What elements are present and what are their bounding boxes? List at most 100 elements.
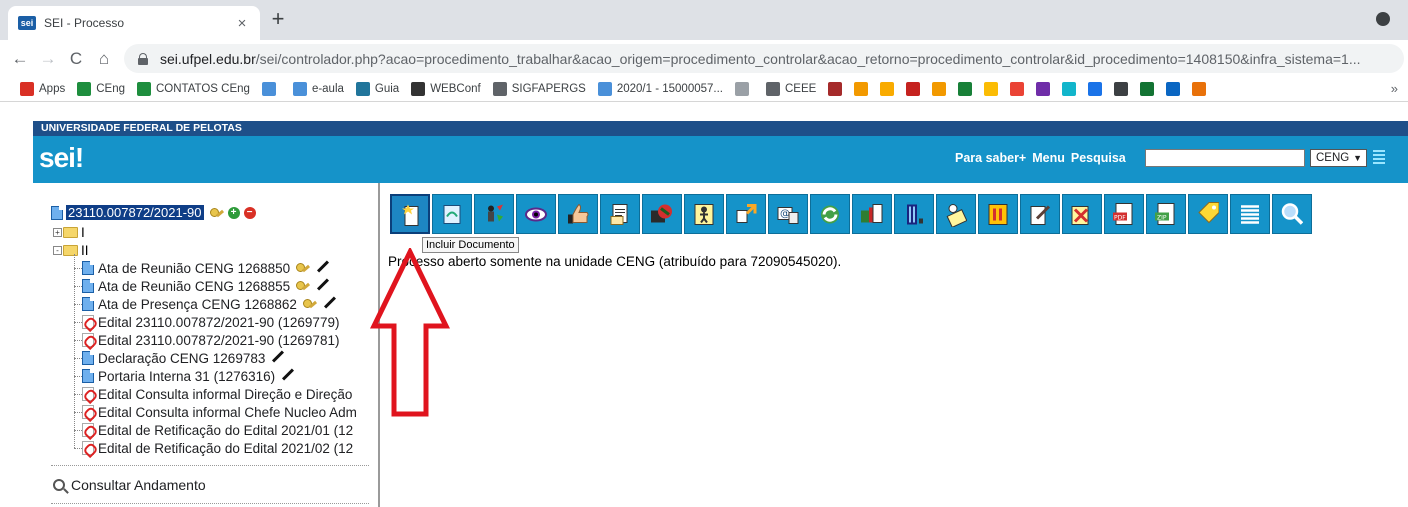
bookmark-icon[interactable] bbox=[1166, 82, 1181, 96]
relacionamentos-button[interactable] bbox=[852, 194, 892, 234]
bookmark-item[interactable]: Apps bbox=[20, 82, 65, 96]
bookmark-item[interactable]: WEBConf bbox=[411, 82, 481, 96]
bookmark-icon[interactable] bbox=[1088, 82, 1103, 96]
browser-tab[interactable]: sei SEI - Processo × bbox=[8, 6, 260, 40]
atribuir-processo-button[interactable] bbox=[474, 194, 514, 234]
bookmark-icon[interactable] bbox=[958, 82, 973, 96]
bookmark-icon[interactable] bbox=[1192, 82, 1207, 96]
more-bookmarks-icon[interactable]: » bbox=[1391, 81, 1398, 96]
tab-close-icon[interactable]: × bbox=[234, 15, 250, 32]
document-label[interactable]: Declaração CENG 1269783 bbox=[98, 351, 265, 366]
menu-link[interactable]: Menu bbox=[1032, 151, 1065, 165]
bookmark-icon[interactable] bbox=[906, 82, 921, 96]
folder-row[interactable]: + I bbox=[53, 223, 357, 241]
folder-row[interactable]: - II bbox=[53, 241, 357, 259]
sei-logo[interactable]: sei! bbox=[39, 142, 84, 174]
document-row[interactable]: Portaria Interna 31 (1276316) bbox=[68, 367, 357, 385]
add-circle-icon[interactable]: + bbox=[227, 206, 240, 219]
bookmark-item[interactable]: SIGFAPERGS bbox=[492, 82, 586, 96]
bookmark-item[interactable]: CEng bbox=[77, 82, 125, 96]
document-row[interactable]: Edital 23110.007872/2021-90 (1269781) bbox=[68, 331, 357, 349]
bookmark-icon[interactable] bbox=[984, 82, 999, 96]
folder-label[interactable]: II bbox=[81, 243, 89, 258]
document-label[interactable]: Ata de Reunião CENG 1268850 bbox=[98, 261, 290, 276]
layout-toggle-icon[interactable] bbox=[1373, 150, 1385, 166]
document-label[interactable]: Edital 23110.007872/2021-90 (1269779) bbox=[98, 315, 339, 330]
document-label[interactable]: Edital de Retificação do Edital 2021/01 … bbox=[98, 423, 353, 438]
back-button[interactable]: ← bbox=[6, 49, 34, 69]
document-label[interactable]: Ata de Presença CENG 1268862 bbox=[98, 297, 297, 312]
bookmark-icon[interactable] bbox=[1062, 82, 1077, 96]
lista-documentos-button[interactable] bbox=[1230, 194, 1270, 234]
lock-icon[interactable] bbox=[138, 52, 148, 65]
gerar-pdf-button[interactable]: PDF bbox=[1104, 194, 1144, 234]
expand-icon[interactable]: + bbox=[53, 227, 62, 237]
gerenciar-marcador-button[interactable] bbox=[642, 194, 682, 234]
search-input[interactable] bbox=[1145, 149, 1305, 167]
process-root[interactable]: 23110.007872/2021-90 + − bbox=[51, 205, 256, 220]
tab-search-icon[interactable] bbox=[1376, 12, 1390, 26]
sobrestar-processo-button[interactable] bbox=[978, 194, 1018, 234]
document-label[interactable]: Edital de Retificação do Edital 2021/02 … bbox=[98, 441, 353, 456]
enviar-processo-button[interactable] bbox=[726, 194, 766, 234]
consultar-andamento-label[interactable]: Consultar Andamento bbox=[71, 477, 206, 493]
bookmark-item[interactable]: e-aula bbox=[292, 82, 344, 96]
gerar-bloco-button[interactable] bbox=[894, 194, 934, 234]
document-label[interactable]: Portaria Interna 31 (1276316) bbox=[98, 369, 275, 384]
document-row[interactable]: Ata de Reunião CENG 1268855 bbox=[68, 277, 357, 295]
collapse-icon[interactable]: - bbox=[53, 245, 62, 255]
document-row[interactable]: Edital Consulta informal Chefe Nucleo Ad… bbox=[68, 403, 357, 421]
document-label[interactable]: Edital 23110.007872/2021-90 (1269781) bbox=[98, 333, 339, 348]
bookmark-icon[interactable] bbox=[828, 82, 843, 96]
consultar-andamento-link[interactable]: Consultar Andamento bbox=[53, 477, 206, 493]
gerar-zip-button[interactable]: ZIP bbox=[1146, 194, 1186, 234]
new-tab-button[interactable]: + bbox=[266, 7, 290, 31]
unit-select[interactable]: CENG bbox=[1310, 149, 1367, 167]
document-row[interactable]: Edital de Retificação do Edital 2021/02 … bbox=[68, 439, 357, 457]
acompanhamento-especial-button[interactable] bbox=[516, 194, 556, 234]
remove-circle-icon[interactable]: − bbox=[243, 206, 256, 219]
bookmark-icon[interactable] bbox=[854, 82, 869, 96]
bookmark-icon[interactable] bbox=[932, 82, 947, 96]
atualizar-andamento-button[interactable] bbox=[810, 194, 850, 234]
document-row[interactable]: Edital de Retificação do Edital 2021/01 … bbox=[68, 421, 357, 439]
address-bar[interactable]: sei.ufpel.edu.br/sei/controlador.php?aca… bbox=[124, 44, 1404, 73]
enviar-email-button[interactable]: @ bbox=[768, 194, 808, 234]
document-row[interactable]: Edital 23110.007872/2021-90 (1269779) bbox=[68, 313, 357, 331]
iniciar-processo-relacionado-button[interactable] bbox=[432, 194, 472, 234]
bookmark-item[interactable]: CEEE bbox=[766, 82, 816, 96]
document-row[interactable]: Edital Consulta informal Direção e Direç… bbox=[68, 385, 357, 403]
gerenciar-disponibilizacoes-button[interactable] bbox=[684, 194, 724, 234]
forward-button[interactable]: → bbox=[34, 49, 62, 69]
bookmark-icon[interactable] bbox=[1010, 82, 1025, 96]
reload-button[interactable]: C bbox=[62, 49, 90, 69]
bookmark-item[interactable]: 2020/1 - 15000057... bbox=[597, 82, 723, 96]
folder-label[interactable]: I bbox=[81, 225, 85, 240]
bookmark-item[interactable]: Guia bbox=[355, 82, 399, 96]
home-button[interactable]: ⌂ bbox=[90, 49, 118, 69]
bookmark-icon[interactable] bbox=[880, 82, 895, 96]
document-row[interactable]: Declaração CENG 1269783 bbox=[68, 349, 357, 367]
pesquisar-no-processo-button[interactable] bbox=[1272, 194, 1312, 234]
bookmark-icon[interactable] bbox=[1140, 82, 1155, 96]
bookmark-item[interactable]: CONTATOS CEng bbox=[137, 82, 250, 96]
document-row[interactable]: Ata de Reunião CENG 1268850 bbox=[68, 259, 357, 277]
ciencia-button[interactable] bbox=[558, 194, 598, 234]
document-label[interactable]: Edital Consulta informal Chefe Nucleo Ad… bbox=[98, 405, 357, 420]
editar-processo-button[interactable] bbox=[1020, 194, 1060, 234]
document-label[interactable]: Edital Consulta informal Direção e Direç… bbox=[98, 387, 352, 402]
document-row[interactable]: Ata de Presença CENG 1268862 bbox=[68, 295, 357, 313]
para-saber-link[interactable]: Para saber+ bbox=[955, 151, 1026, 165]
marcador-button[interactable] bbox=[1188, 194, 1228, 234]
incluir-documento-button[interactable] bbox=[390, 194, 430, 234]
enviar-email-correspondencia-button[interactable] bbox=[600, 194, 640, 234]
anexar-processo-button[interactable] bbox=[1062, 194, 1102, 234]
bookmark-item[interactable] bbox=[261, 82, 281, 96]
anotacoes-button[interactable] bbox=[936, 194, 976, 234]
bookmark-icon[interactable] bbox=[1036, 82, 1051, 96]
document-label[interactable]: Ata de Reunião CENG 1268855 bbox=[98, 279, 290, 294]
bookmark-icon[interactable] bbox=[1114, 82, 1129, 96]
process-number[interactable]: 23110.007872/2021-90 bbox=[66, 205, 204, 220]
bookmark-item[interactable] bbox=[735, 82, 754, 96]
pesquisa-link[interactable]: Pesquisa bbox=[1071, 151, 1126, 165]
